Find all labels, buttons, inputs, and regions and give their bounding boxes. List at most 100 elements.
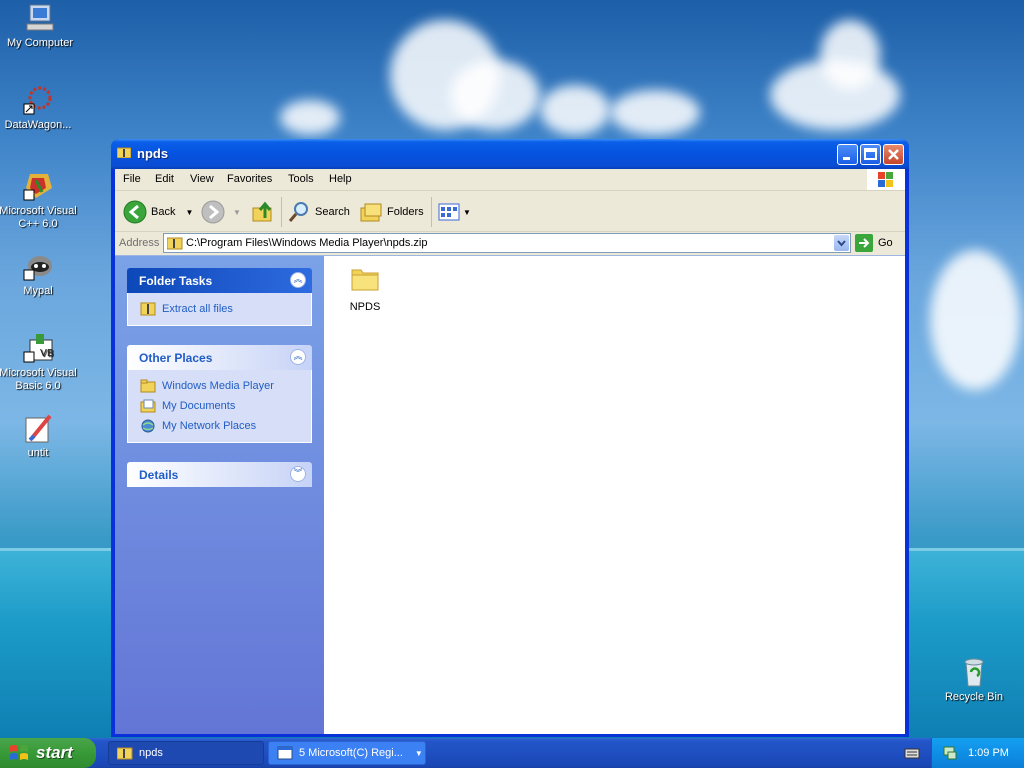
taskbar-item-npds[interactable]: npds [108, 741, 264, 765]
toolbar-separator [281, 197, 282, 227]
back-label: Back [151, 206, 176, 218]
folder-icon [140, 379, 156, 393]
views-button[interactable]: ▼ [437, 200, 471, 224]
task-extract-all-files[interactable]: Extract all files [140, 299, 311, 319]
menu-favorites[interactable]: Favorites [227, 173, 272, 185]
taskbar-item-label: 5 Microsoft(C) Regi... [299, 747, 403, 759]
place-my-network-places[interactable]: My Network Places [140, 416, 311, 436]
keyboard-icon[interactable] [904, 746, 920, 763]
taskbar-item-microsoft-regi[interactable]: 5 Microsoft(C) Regi... ▼ [268, 741, 426, 765]
zip-folder-icon [117, 747, 133, 760]
folders-icon [360, 203, 382, 222]
window-title: npds [137, 146, 169, 161]
folders-button[interactable]: Folders [359, 200, 424, 224]
search-label: Search [315, 206, 350, 218]
desktop-icon-label: Recycle Bin [944, 691, 1004, 703]
desktop-icon-visual-basic[interactable]: VB Microsoft Visual Basic 6.0 [0, 332, 78, 393]
collapse-chevron-icon[interactable]: ︽ [290, 349, 306, 365]
desktop-icon-label: Microsoft Visual C++ 6.0 [0, 205, 77, 230]
collapse-chevron-icon[interactable]: ︽ [290, 272, 306, 288]
folders-label: Folders [387, 206, 424, 218]
menu-edit[interactable]: Edit [155, 173, 174, 185]
my-documents-icon [140, 399, 156, 413]
group-dropdown-icon[interactable]: ▼ [415, 749, 423, 758]
cloud [930, 250, 1020, 390]
forward-arrow-icon [201, 200, 225, 224]
network-tray-icon[interactable] [942, 745, 958, 761]
other-places-header[interactable]: Other Places ︽ [127, 345, 312, 370]
address-dropdown-button[interactable] [834, 235, 849, 251]
place-label: My Documents [162, 400, 236, 412]
file-name: NPDS [349, 301, 381, 313]
go-arrow-icon [855, 234, 873, 252]
explorer-window: npds File Edit View Favorites Tools Help [111, 139, 909, 737]
start-button[interactable]: start [0, 738, 96, 768]
cloud [540, 85, 610, 135]
cloud [280, 100, 340, 135]
back-dropdown-icon[interactable]: ▼ [185, 208, 193, 217]
forward-dropdown-icon[interactable]: ▼ [233, 208, 241, 217]
minimize-button[interactable] [837, 144, 858, 165]
details-title: Details [139, 468, 179, 482]
desktop-icon-my-computer[interactable]: My Computer [0, 2, 80, 49]
go-button[interactable]: Go [855, 233, 893, 253]
up-folder-icon [252, 201, 272, 222]
expand-chevron-icon[interactable]: ︾ [290, 466, 306, 482]
zip-folder-icon [166, 236, 183, 253]
desktop-icon-datawagon[interactable]: DataWagon... [0, 84, 78, 131]
details-header[interactable]: Details ︾ [127, 462, 312, 487]
paint-icon [22, 412, 54, 444]
menu-help[interactable]: Help [329, 173, 352, 185]
task-label: Extract all files [162, 303, 233, 315]
go-label: Go [878, 237, 893, 249]
place-label: Windows Media Player [162, 380, 274, 392]
cloud [610, 90, 700, 135]
menu-view[interactable]: View [190, 173, 214, 185]
desktop-icon-untit[interactable]: untit [0, 412, 78, 459]
desktop-icon-label: Microsoft Visual Basic 6.0 [0, 367, 77, 392]
menu-file[interactable]: File [123, 173, 141, 185]
menu-tools[interactable]: Tools [288, 173, 314, 185]
folder-tasks-panel: Folder Tasks ︽ Extract all files [127, 268, 312, 326]
clock[interactable]: 1:09 PM [968, 747, 1009, 759]
other-places-title: Other Places [139, 351, 213, 365]
window-body: File Edit View Favorites Tools Help Back… [115, 169, 905, 734]
datawagon-icon [22, 84, 54, 116]
search-button[interactable]: Search [287, 200, 350, 224]
address-bar: Address C:\Program Files\Windows Media P… [115, 232, 905, 254]
recycle-bin-icon [958, 656, 990, 688]
place-windows-media-player[interactable]: Windows Media Player [140, 376, 311, 396]
other-places-panel: Other Places ︽ Windows Media Player My D… [127, 345, 312, 443]
file-item-npds[interactable]: NPDS [337, 264, 393, 313]
visual-basic-icon: VB [22, 332, 54, 364]
folder-tasks-title: Folder Tasks [139, 274, 213, 288]
folder-icon [351, 269, 379, 291]
up-button[interactable] [251, 200, 275, 224]
title-bar[interactable]: npds [111, 139, 909, 169]
close-button[interactable] [883, 144, 904, 165]
place-my-documents[interactable]: My Documents [140, 396, 311, 416]
address-label: Address [119, 237, 160, 249]
cloud [450, 60, 540, 130]
task-pane: Folder Tasks ︽ Extract all files Other P… [115, 256, 324, 734]
windows-flag-icon [10, 745, 28, 760]
views-dropdown-icon[interactable]: ▼ [463, 208, 471, 217]
taskbar: start npds 5 Microsoft(C) Regi... ▼ 1:09… [0, 738, 1024, 768]
desktop-icon-recycle-bin[interactable]: Recycle Bin [934, 656, 1014, 703]
desktop-icon-mypal[interactable]: Mypal [0, 250, 78, 297]
menu-bar: File Edit View Favorites Tools Help [115, 169, 905, 191]
system-tray: 1:09 PM [931, 738, 1024, 768]
computer-icon [24, 2, 56, 34]
desktop-icon-label: DataWagon... [4, 119, 72, 131]
address-input[interactable]: C:\Program Files\Windows Media Player\np… [163, 233, 851, 253]
address-value: C:\Program Files\Windows Media Player\np… [186, 237, 428, 249]
maximize-button[interactable] [860, 144, 881, 165]
desktop-icon-label: untit [27, 447, 49, 459]
toolbar-separator [431, 197, 432, 227]
folder-tasks-header[interactable]: Folder Tasks ︽ [127, 268, 312, 293]
search-icon [288, 202, 308, 222]
standard-toolbar: Back ▼ ▼ Search Folders ▼ [115, 191, 905, 232]
desktop-icon-visual-cpp[interactable]: Microsoft Visual C++ 6.0 [0, 170, 78, 231]
back-button[interactable]: Back ▼ [123, 200, 193, 224]
forward-button[interactable]: ▼ [201, 200, 241, 224]
